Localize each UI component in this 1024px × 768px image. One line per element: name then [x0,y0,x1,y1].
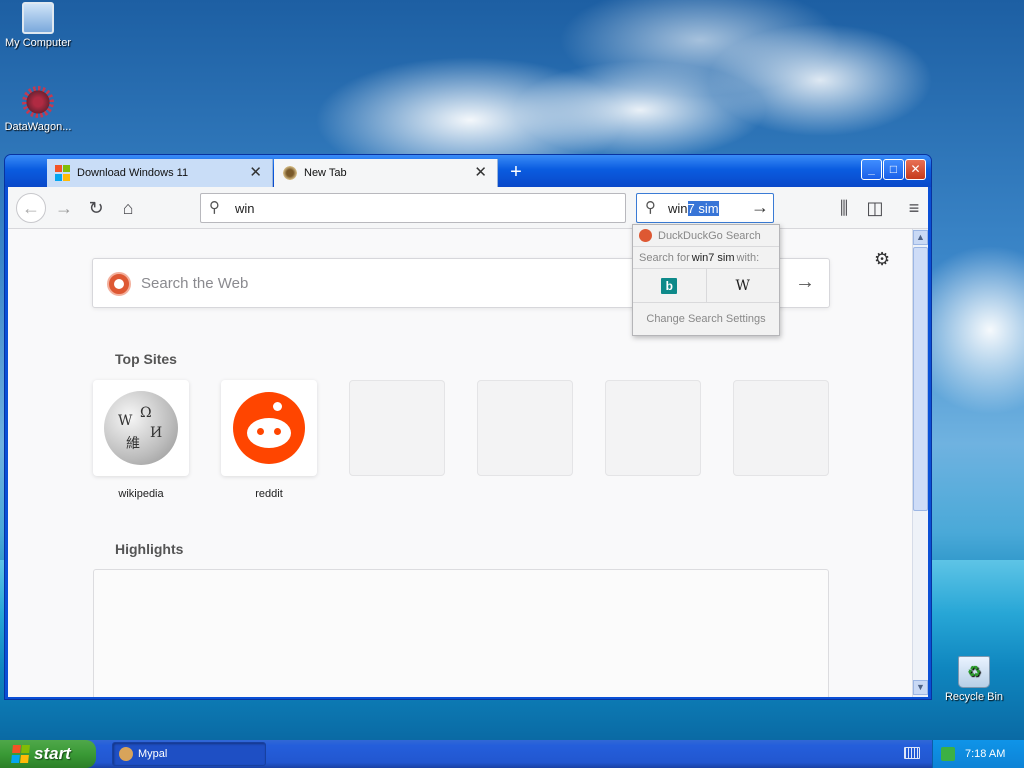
url-bar[interactable]: ⚲ win [200,193,626,223]
title-bar[interactable]: Download Windows 11 ✕ New Tab ✕ + _ □ ✕ [5,155,931,187]
search-typed-text: win [668,200,688,216]
search-bar[interactable]: ⚲ win7 sim → [636,193,774,223]
web-search-go-arrow-icon[interactable]: → [795,271,815,294]
desktop-icon-label: Recycle Bin [944,691,1004,703]
top-site-wikipedia[interactable]: WΩИ維 wikipedia [93,380,189,500]
url-input-value[interactable]: win [235,201,255,216]
wikipedia-icon: W [735,277,750,294]
menu-hamburger-icon[interactable]: ≡ [902,196,926,220]
highlights-panel [93,569,829,697]
datawagon-icon [22,86,54,118]
home-icon[interactable]: ⌂ [116,196,140,220]
highlights-heading: Highlights [115,541,184,557]
windows-flag-icon [11,745,31,763]
system-tray: 7:18 AM [932,740,1024,768]
desktop-icon-label: DataWagon... [4,121,72,133]
desktop-icon-my-computer[interactable]: My Computer [0,2,76,49]
start-label: start [34,744,71,763]
taskbar-item-mypal[interactable]: Mypal [112,742,266,766]
duckduckgo-icon [639,229,652,242]
desktop-icon-label: My Computer [4,37,72,49]
web-search-placeholder: Search the Web [141,275,249,292]
empty-tile[interactable] [477,380,573,476]
tab-new-tab[interactable]: New Tab ✕ [274,159,498,187]
popup-engine-title: DuckDuckGo Search [658,229,761,242]
change-search-settings-button[interactable]: Change Search Settings [633,303,779,335]
top-site-label: wikipedia [118,488,164,500]
tab-close-icon[interactable]: ✕ [249,165,262,181]
taskbar: start Mypal 7:18 AM [0,740,1024,768]
taskbar-item-label: Mypal [138,748,168,760]
search-selected-text: 7 sim [687,200,719,216]
back-arrow-icon[interactable]: ← [16,193,46,223]
popup-search-for-suffix: with: [736,251,760,264]
tab-label: New Tab [304,167,347,179]
popup-search-for-prefix: Search for [639,251,690,264]
wikipedia-engine-button[interactable]: W [705,269,780,302]
computer-icon [22,2,54,34]
mypal-icon [282,165,298,181]
top-site-empty[interactable] [605,380,701,476]
desktop-icon-datawagon[interactable]: DataWagon... [0,86,76,133]
popup-query: win7 sim [691,251,735,264]
empty-tile[interactable] [349,380,445,476]
search-icon: ⚲ [645,199,656,216]
tab-download-windows-11[interactable]: Download Windows 11 ✕ [47,159,273,187]
keyboard-icon[interactable] [904,747,920,759]
settings-gear-icon[interactable]: ⚙ [874,249,890,270]
maximize-button[interactable]: □ [883,159,904,180]
top-site-empty[interactable] [733,380,829,476]
top-site-empty[interactable] [477,380,573,476]
scroll-down-arrow-icon[interactable]: ▼ [913,680,928,695]
network-icon[interactable] [941,747,955,761]
clock[interactable]: 7:18 AM [965,748,1005,760]
scroll-up-arrow-icon[interactable]: ▲ [913,230,928,245]
search-input-value[interactable]: win7 sim [668,200,719,216]
scroll-thumb[interactable] [913,247,928,511]
forward-arrow-icon[interactable]: → [52,196,76,220]
reddit-logo-icon [233,392,305,464]
minimize-button[interactable]: _ [861,159,882,180]
close-window-button[interactable]: ✕ [905,159,926,180]
popup-search-for-row: Search for win7 sim with: [633,247,779,269]
browser-window: Download Windows 11 ✕ New Tab ✕ + _ □ ✕ … [4,154,932,700]
bing-icon: b [661,277,678,294]
popup-engine-buttons: b W [633,269,779,303]
empty-tile[interactable] [605,380,701,476]
library-icon[interactable]: ⫼ [832,196,856,220]
search-suggestion-popup: DuckDuckGo Search Search for win7 sim wi… [632,224,780,336]
sidebar-icon[interactable]: ◫ [863,196,887,220]
top-site-tile[interactable] [221,380,317,476]
empty-tile[interactable] [733,380,829,476]
tab-close-icon[interactable]: ✕ [474,165,487,181]
nav-toolbar: ← → ↻ ⌂ ⚲ win ⚲ win7 sim → ⫼ ◫ ≡ [8,187,928,229]
recycle-bin-icon: ♻ [958,656,990,688]
reload-icon[interactable]: ↻ [84,196,108,220]
search-go-arrow-icon[interactable]: → [751,197,769,218]
top-site-reddit[interactable]: reddit [221,380,317,500]
vertical-scrollbar[interactable]: ▲ ▼ [912,229,928,697]
top-site-tile[interactable]: WΩИ維 [93,380,189,476]
start-button[interactable]: start [0,740,96,768]
popup-engine-header: DuckDuckGo Search [633,225,779,247]
top-site-label: reddit [255,488,283,500]
windows-logo-icon [55,165,71,181]
tab-label: Download Windows 11 [77,167,189,179]
wikipedia-globe-icon: WΩИ維 [104,391,178,465]
new-tab-plus-icon[interactable]: + [503,159,529,185]
mypal-icon [119,747,133,761]
top-site-empty[interactable] [349,380,445,476]
search-icon: ⚲ [209,199,220,216]
duckduckgo-logo-icon [107,272,131,296]
desktop-icon-recycle-bin[interactable]: ♻ Recycle Bin [936,656,1012,703]
bing-engine-button[interactable]: b [633,269,706,302]
top-sites-heading: Top Sites [115,351,177,367]
